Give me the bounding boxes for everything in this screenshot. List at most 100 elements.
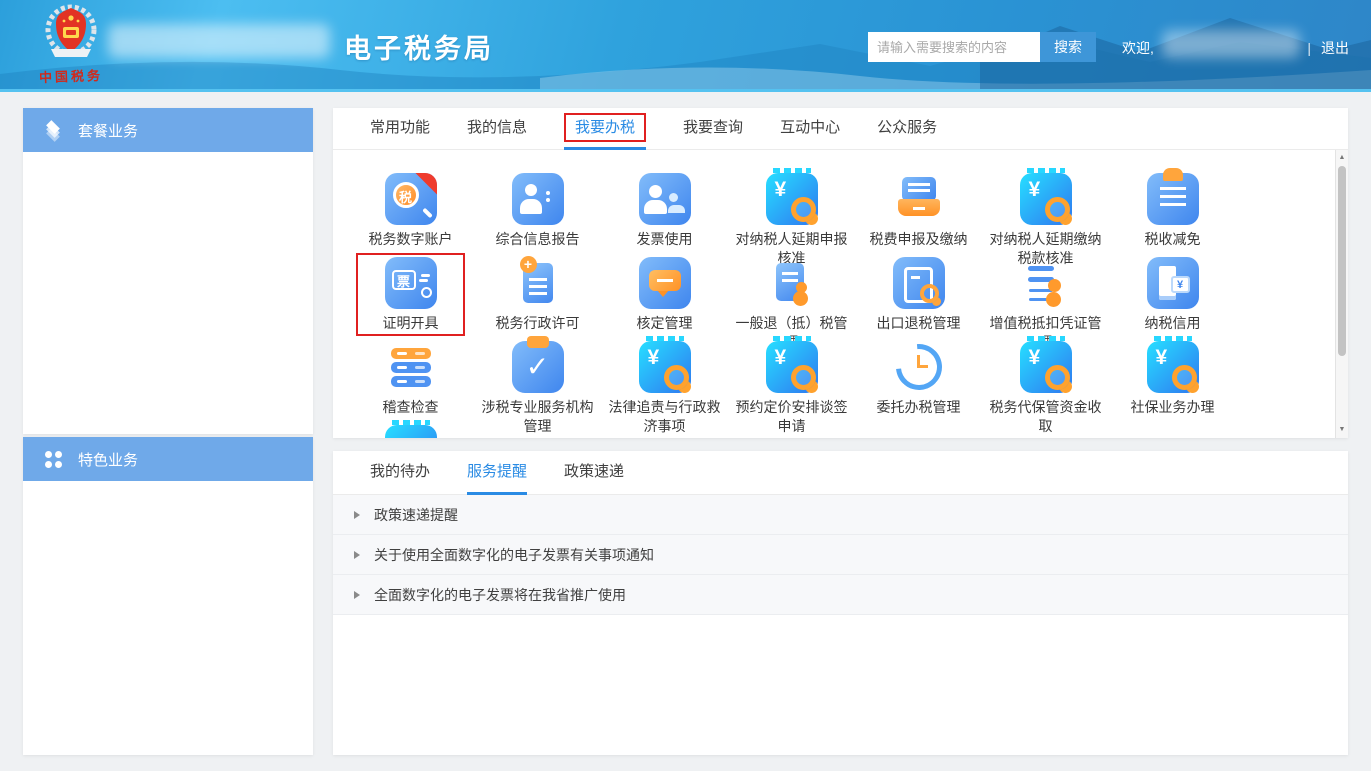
service-tile[interactable]: ¥ 社保业务办理 bbox=[1109, 341, 1236, 425]
audit-inspection-icon bbox=[385, 341, 437, 393]
service-label: 综合信息报告 bbox=[474, 230, 601, 249]
tax-reduction-icon bbox=[1147, 173, 1199, 225]
icon-glyph bbox=[782, 272, 798, 275]
scrollbar-thumb[interactable] bbox=[1338, 166, 1346, 356]
tab[interactable]: 公众服务 bbox=[877, 108, 937, 150]
tab[interactable]: 服务提醒 bbox=[467, 451, 527, 495]
header-search: 搜索 bbox=[868, 32, 1096, 62]
partially-visible-service-icon bbox=[385, 425, 437, 438]
tab-label: 我要查询 bbox=[683, 119, 743, 136]
service-tile[interactable]: ¥ 税务代保管资金收取 bbox=[982, 341, 1109, 425]
service-tile[interactable]: ¥ 纳税信用 bbox=[1109, 257, 1236, 341]
tab[interactable]: 互动中心 bbox=[780, 108, 840, 150]
icon-glyph: ✓ bbox=[512, 341, 564, 393]
service-label: 发票使用 bbox=[601, 230, 728, 249]
expand-arrow-icon bbox=[354, 551, 364, 559]
sidebar-section-special: 特色业务 bbox=[23, 437, 313, 755]
service-tile[interactable]: 票 证明开具 bbox=[347, 257, 474, 341]
tax-admin-license-icon bbox=[512, 257, 564, 309]
service-label: 预约定价安排谈签申请 bbox=[728, 398, 855, 436]
welcome-text: 欢迎, bbox=[1122, 38, 1154, 58]
notice-row[interactable]: 关于使用全面数字化的电子发票有关事项通知 bbox=[333, 535, 1348, 575]
expand-arrow-icon bbox=[354, 591, 364, 599]
notice-row[interactable]: 全面数字化的电子发票将在我省推广使用 bbox=[333, 575, 1348, 615]
service-label: 社保业务办理 bbox=[1109, 398, 1236, 417]
icon-glyph bbox=[917, 355, 920, 368]
sidebar-section-label: 套餐业务 bbox=[78, 120, 138, 141]
service-tile[interactable]: ¥ 对纳税人延期申报核准 bbox=[728, 173, 855, 257]
tab[interactable]: 常用功能 bbox=[370, 108, 430, 150]
service-tile[interactable] bbox=[347, 425, 474, 438]
tab-label: 服务提醒 bbox=[467, 463, 527, 480]
invoice-use-icon bbox=[639, 173, 691, 225]
custody-funds-collection-icon: ¥ bbox=[1020, 341, 1072, 393]
icon-glyph bbox=[529, 278, 547, 281]
service-tile[interactable]: 出口退税管理 bbox=[855, 257, 982, 341]
notice-title: 全面数字化的电子发票将在我省推广使用 bbox=[374, 585, 626, 605]
service-tile[interactable]: 税务行政许可 bbox=[474, 257, 601, 341]
tab[interactable]: 我要查询 bbox=[683, 108, 743, 150]
tab-label: 常用功能 bbox=[370, 119, 430, 136]
service-label: 税务行政许可 bbox=[474, 314, 601, 333]
service-tile[interactable]: ¥ 预约定价安排谈签申请 bbox=[728, 341, 855, 425]
notice-list: 政策速递提醒 关于使用全面数字化的电子发票有关事项通知 全面数字化的电子发票将在… bbox=[333, 495, 1348, 615]
service-tile[interactable]: ✓ 涉税专业服务机构管理 bbox=[474, 341, 601, 425]
service-tile[interactable]: 委托办税管理 bbox=[855, 341, 982, 425]
search-input[interactable] bbox=[868, 32, 1040, 62]
deferred-filing-approval-icon: ¥ bbox=[766, 173, 818, 225]
service-tile[interactable]: 税 税务数字账户 bbox=[347, 173, 474, 257]
sidebar-section-package: 套餐业务 bbox=[23, 108, 313, 434]
tab[interactable]: 政策速递 bbox=[564, 451, 624, 495]
sidebar-item-special-business[interactable]: 特色业务 bbox=[23, 437, 313, 481]
icon-glyph: ¥ bbox=[1029, 346, 1041, 370]
deferred-payment-approval-icon: ¥ bbox=[1020, 173, 1072, 225]
icon-glyph: 税 bbox=[393, 182, 419, 208]
general-tax-refund-icon bbox=[766, 257, 818, 309]
service-tile[interactable]: 一般退（抵）税管理 bbox=[728, 257, 855, 341]
comprehensive-info-report-icon bbox=[512, 173, 564, 225]
tab[interactable]: 我的信息 bbox=[467, 108, 527, 150]
tax-credit-icon: ¥ bbox=[1147, 257, 1199, 309]
sidebar-item-package-business[interactable]: 套餐业务 bbox=[23, 108, 313, 152]
logo-caption: 中国税务 bbox=[16, 64, 127, 87]
service-tile[interactable]: 发票使用 bbox=[601, 173, 728, 257]
certificate-issuance-icon: 票 bbox=[385, 257, 437, 309]
search-button[interactable]: 搜索 bbox=[1040, 32, 1096, 62]
service-label: 税务数字账户 bbox=[347, 230, 474, 249]
grid-icon bbox=[41, 451, 65, 468]
icon-glyph: ¥ bbox=[775, 178, 787, 202]
export-tax-refund-icon bbox=[893, 257, 945, 309]
notices-panel: 我的待办 服务提醒 政策速递 政策速递提醒 关于使用全面数字化的电子发票有关事项通知… bbox=[333, 451, 1348, 755]
logout-link[interactable]: 退出 bbox=[1321, 38, 1349, 58]
scroll-down-icon[interactable]: ▼ bbox=[1336, 424, 1348, 436]
service-tile[interactable]: 增值税抵扣凭证管理 bbox=[982, 257, 1109, 341]
service-tile[interactable]: 综合信息报告 bbox=[474, 173, 601, 257]
scrollbar[interactable]: ▲ ▼ bbox=[1335, 150, 1348, 438]
notice-row[interactable]: 政策速递提醒 bbox=[333, 495, 1348, 535]
assessment-management-icon bbox=[639, 257, 691, 309]
service-tile[interactable]: 稽查检查 bbox=[347, 341, 474, 425]
service-tile[interactable]: 核定管理 bbox=[601, 257, 728, 341]
service-tile[interactable]: 税收减免 bbox=[1109, 173, 1236, 257]
tax-filing-payment-icon bbox=[893, 173, 945, 225]
service-label: 核定管理 bbox=[601, 314, 728, 333]
national-emblem-icon bbox=[40, 3, 102, 63]
tab[interactable]: 我要办税 bbox=[564, 108, 646, 150]
legal-remedy-icon: ¥ bbox=[639, 341, 691, 393]
icon-glyph: ¥ bbox=[648, 346, 660, 370]
separator: | bbox=[1307, 40, 1311, 56]
redacted-user-name bbox=[1162, 30, 1300, 58]
sidebar-section-label: 特色业务 bbox=[78, 449, 138, 470]
service-tile[interactable]: ¥ 对纳税人延期缴纳税款核准 bbox=[982, 173, 1109, 257]
service-label: 纳税信用 bbox=[1109, 314, 1236, 333]
service-tile[interactable]: ¥ 法律追责与行政救济事项 bbox=[601, 341, 728, 425]
icon-glyph bbox=[908, 183, 930, 186]
notice-title: 政策速递提醒 bbox=[374, 505, 458, 525]
scroll-up-icon[interactable]: ▲ bbox=[1336, 152, 1348, 164]
tab[interactable]: 我的待办 bbox=[370, 451, 430, 495]
layers-icon bbox=[41, 121, 65, 139]
expand-arrow-icon bbox=[354, 511, 364, 519]
entrusted-tax-handling-icon bbox=[893, 341, 945, 393]
service-label: 税务代保管资金收取 bbox=[982, 398, 1109, 436]
service-tile[interactable]: 税费申报及缴纳 bbox=[855, 173, 982, 257]
